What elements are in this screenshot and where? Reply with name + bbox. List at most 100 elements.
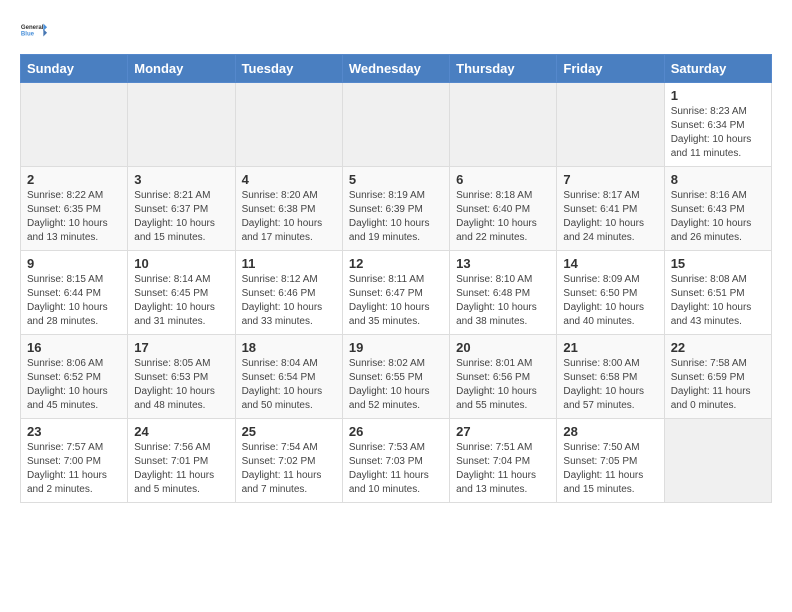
day-number: 20 [456, 340, 550, 355]
weekday-header-saturday: Saturday [664, 55, 771, 83]
calendar-cell: 2 Sunrise: 8:22 AMSunset: 6:35 PMDaylight… [21, 167, 128, 251]
day-number: 24 [134, 424, 228, 439]
calendar-cell: 3 Sunrise: 8:21 AMSunset: 6:37 PMDaylight… [128, 167, 235, 251]
day-number: 5 [349, 172, 443, 187]
calendar-cell: 15Sunrise: 8:08 AMSunset: 6:51 PMDayligh… [664, 251, 771, 335]
week-row-3: 9 Sunrise: 8:15 AMSunset: 6:44 PMDaylight… [21, 251, 772, 335]
calendar-cell: 26 Sunrise: 7:53 AMSunset: 7:03 PMDayligh… [342, 419, 449, 503]
day-number: 3 [134, 172, 228, 187]
calendar-cell [557, 83, 664, 167]
day-info: Sunrise: 8:10 AMSunset: 6:48 PMDaylight:… [456, 273, 550, 329]
calendar-cell [342, 83, 449, 167]
weekday-header-friday: Friday [557, 55, 664, 83]
week-row-1: 1 Sunrise: 8:23 AMSunset: 6:34 PMDaylight… [21, 83, 772, 167]
day-info: Sunrise: 8:11 AMSunset: 6:47 PMDaylight:… [349, 273, 443, 329]
day-info: Sunrise: 8:15 AMSunset: 6:44 PMDaylight:… [27, 273, 121, 329]
weekday-header-monday: Monday [128, 55, 235, 83]
day-number: 28 [563, 424, 657, 439]
svg-text:General: General [21, 25, 44, 31]
day-info: Sunrise: 8:08 AMSunset: 6:51 PMDaylight:… [671, 273, 765, 329]
calendar-cell [664, 419, 771, 503]
calendar-cell: 23Sunrise: 7:57 AMSunset: 7:00 PMDayligh… [21, 419, 128, 503]
calendar-cell: 14 Sunrise: 8:09 AMSunset: 6:50 PMDayligh… [557, 251, 664, 335]
calendar-cell [450, 83, 557, 167]
calendar-cell: 8 Sunrise: 8:16 AMSunset: 6:43 PMDaylight… [664, 167, 771, 251]
calendar-cell: 25 Sunrise: 7:54 AMSunset: 7:02 PMDayligh… [235, 419, 342, 503]
svg-text:Blue: Blue [21, 32, 35, 38]
day-info: Sunrise: 8:17 AMSunset: 6:41 PMDaylight:… [563, 189, 657, 245]
calendar-cell: 12 Sunrise: 8:11 AMSunset: 6:47 PMDayligh… [342, 251, 449, 335]
day-number: 4 [242, 172, 336, 187]
day-number: 26 [349, 424, 443, 439]
day-info: Sunrise: 8:14 AMSunset: 6:45 PMDaylight:… [134, 273, 228, 329]
calendar-cell: 19Sunrise: 8:02 AMSunset: 6:55 PMDayligh… [342, 335, 449, 419]
day-info: Sunrise: 7:51 AMSunset: 7:04 PMDaylight:… [456, 441, 550, 497]
day-number: 25 [242, 424, 336, 439]
calendar-cell [235, 83, 342, 167]
calendar-cell: 10 Sunrise: 8:14 AMSunset: 6:45 PMDayligh… [128, 251, 235, 335]
weekday-header-row: SundayMondayTuesdayWednesdayThursdayFrid… [21, 55, 772, 83]
day-number: 1 [671, 88, 765, 103]
day-info: Sunrise: 8:04 AMSunset: 6:54 PMDaylight:… [242, 357, 336, 413]
calendar-cell: 13 Sunrise: 8:10 AMSunset: 6:48 PMDayligh… [450, 251, 557, 335]
day-info: Sunrise: 8:09 AMSunset: 6:50 PMDaylight:… [563, 273, 657, 329]
day-info: Sunrise: 8:19 AMSunset: 6:39 PMDaylight:… [349, 189, 443, 245]
day-info: Sunrise: 7:57 AMSunset: 7:00 PMDaylight:… [27, 441, 121, 497]
day-info: Sunrise: 8:21 AMSunset: 6:37 PMDaylight:… [134, 189, 228, 245]
day-info: Sunrise: 7:54 AMSunset: 7:02 PMDaylight:… [242, 441, 336, 497]
day-number: 19 [349, 340, 443, 355]
calendar-cell: 24 Sunrise: 7:56 AMSunset: 7:01 PMDayligh… [128, 419, 235, 503]
calendar-cell: 1 Sunrise: 8:23 AMSunset: 6:34 PMDaylight… [664, 83, 771, 167]
day-info: Sunrise: 7:50 AMSunset: 7:05 PMDaylight:… [563, 441, 657, 497]
week-row-2: 2 Sunrise: 8:22 AMSunset: 6:35 PMDaylight… [21, 167, 772, 251]
weekday-header-wednesday: Wednesday [342, 55, 449, 83]
calendar-cell: 18 Sunrise: 8:04 AMSunset: 6:54 PMDayligh… [235, 335, 342, 419]
day-info: Sunrise: 8:20 AMSunset: 6:38 PMDaylight:… [242, 189, 336, 245]
day-number: 10 [134, 256, 228, 271]
calendar-cell: 4 Sunrise: 8:20 AMSunset: 6:38 PMDaylight… [235, 167, 342, 251]
calendar-cell: 6 Sunrise: 8:18 AMSunset: 6:40 PMDaylight… [450, 167, 557, 251]
header: GeneralBlue [20, 16, 772, 44]
day-number: 2 [27, 172, 121, 187]
day-info: Sunrise: 8:22 AMSunset: 6:35 PMDaylight:… [27, 189, 121, 245]
day-info: Sunrise: 8:16 AMSunset: 6:43 PMDaylight:… [671, 189, 765, 245]
day-info: Sunrise: 8:18 AMSunset: 6:40 PMDaylight:… [456, 189, 550, 245]
day-number: 18 [242, 340, 336, 355]
day-number: 7 [563, 172, 657, 187]
day-info: Sunrise: 8:12 AMSunset: 6:46 PMDaylight:… [242, 273, 336, 329]
day-number: 12 [349, 256, 443, 271]
calendar-cell: 20Sunrise: 8:01 AMSunset: 6:56 PMDayligh… [450, 335, 557, 419]
calendar-cell [128, 83, 235, 167]
calendar-cell [21, 83, 128, 167]
calendar-cell: 16 Sunrise: 8:06 AMSunset: 6:52 PMDayligh… [21, 335, 128, 419]
day-number: 6 [456, 172, 550, 187]
calendar-cell: 28 Sunrise: 7:50 AMSunset: 7:05 PMDayligh… [557, 419, 664, 503]
day-info: Sunrise: 7:56 AMSunset: 7:01 PMDaylight:… [134, 441, 228, 497]
calendar-cell: 5 Sunrise: 8:19 AMSunset: 6:39 PMDaylight… [342, 167, 449, 251]
day-info: Sunrise: 7:53 AMSunset: 7:03 PMDaylight:… [349, 441, 443, 497]
weekday-header-tuesday: Tuesday [235, 55, 342, 83]
day-number: 27 [456, 424, 550, 439]
calendar-cell: 7 Sunrise: 8:17 AMSunset: 6:41 PMDaylight… [557, 167, 664, 251]
day-number: 14 [563, 256, 657, 271]
week-row-5: 23Sunrise: 7:57 AMSunset: 7:00 PMDayligh… [21, 419, 772, 503]
day-info: Sunrise: 8:06 AMSunset: 6:52 PMDaylight:… [27, 357, 121, 413]
day-info: Sunrise: 7:58 AMSunset: 6:59 PMDaylight:… [671, 357, 765, 413]
calendar-cell: 27 Sunrise: 7:51 AMSunset: 7:04 PMDayligh… [450, 419, 557, 503]
logo: GeneralBlue [20, 16, 48, 44]
day-number: 16 [27, 340, 121, 355]
page: GeneralBlue SundayMondayTuesdayWednesday… [0, 0, 792, 519]
day-number: 22 [671, 340, 765, 355]
calendar-cell: 22 Sunrise: 7:58 AMSunset: 6:59 PMDayligh… [664, 335, 771, 419]
day-number: 13 [456, 256, 550, 271]
day-number: 21 [563, 340, 657, 355]
day-number: 9 [27, 256, 121, 271]
day-info: Sunrise: 8:23 AMSunset: 6:34 PMDaylight:… [671, 105, 765, 161]
calendar-cell: 11 Sunrise: 8:12 AMSunset: 6:46 PMDayligh… [235, 251, 342, 335]
day-number: 8 [671, 172, 765, 187]
calendar-cell: 21 Sunrise: 8:00 AMSunset: 6:58 PMDayligh… [557, 335, 664, 419]
day-info: Sunrise: 8:00 AMSunset: 6:58 PMDaylight:… [563, 357, 657, 413]
day-info: Sunrise: 8:05 AMSunset: 6:53 PMDaylight:… [134, 357, 228, 413]
weekday-header-thursday: Thursday [450, 55, 557, 83]
day-number: 11 [242, 256, 336, 271]
